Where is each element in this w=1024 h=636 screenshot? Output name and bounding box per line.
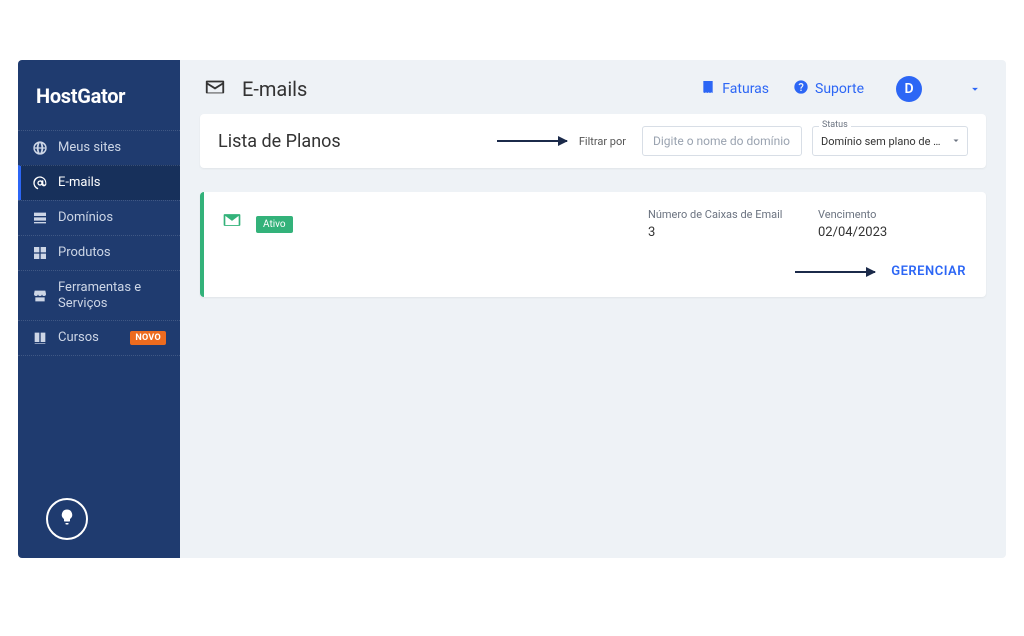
invoices-label: Faturas xyxy=(722,81,769,97)
chevron-down-icon xyxy=(950,132,962,151)
domain-search-input[interactable] xyxy=(642,126,802,156)
sidebar-item-products[interactable]: Produtos xyxy=(18,235,180,270)
page-title: E-mails xyxy=(242,77,307,101)
book-icon xyxy=(32,330,48,346)
annotation-arrow-filter xyxy=(351,140,569,142)
store-icon xyxy=(32,288,48,304)
globe-icon xyxy=(32,140,48,156)
help-icon xyxy=(793,79,809,99)
status-legend: Status xyxy=(819,120,851,130)
at-icon xyxy=(32,175,48,191)
expiration-label: Vencimento xyxy=(818,208,968,221)
plan-card: Ativo Número de Caixas de Email 3 Vencim… xyxy=(200,192,986,297)
lightbulb-icon xyxy=(58,508,76,530)
panel-title: Lista de Planos xyxy=(218,131,341,152)
account-caret[interactable] xyxy=(968,82,982,96)
filter-panel: Lista de Planos Filtrar por Status Domín… xyxy=(200,114,986,168)
tips-button[interactable] xyxy=(46,498,88,540)
invoices-link[interactable]: Faturas xyxy=(700,79,769,99)
expiration-value: 02/04/2023 xyxy=(818,225,968,240)
sidebar-item-label: Meus sites xyxy=(58,140,166,156)
sidebar-nav: Meus sites E-mails Domínios Produtos Fer… xyxy=(18,130,180,356)
sidebar: HostGator Meus sites E-mails Domínios Pr… xyxy=(18,60,180,558)
mailbox-count-label: Número de Caixas de Email xyxy=(648,208,798,221)
sidebar-item-tools[interactable]: Ferramentas e Serviços xyxy=(18,270,180,320)
sidebar-item-label: Domínios xyxy=(58,210,166,226)
sidebar-item-emails[interactable]: E-mails xyxy=(18,165,180,200)
mailbox-count-value: 3 xyxy=(648,225,798,240)
server-icon xyxy=(32,210,48,226)
status-value: Domínio sem plano de … xyxy=(821,135,941,148)
grid-icon xyxy=(32,245,48,261)
status-select[interactable]: Status Domínio sem plano de … xyxy=(812,126,968,156)
support-link[interactable]: Suporte xyxy=(793,79,864,99)
sidebar-item-label: Cursos xyxy=(58,330,120,346)
status-badge: Ativo xyxy=(256,216,293,233)
sidebar-item-domains[interactable]: Domínios xyxy=(18,200,180,235)
brand-logo: HostGator xyxy=(18,84,180,130)
topbar: E-mails Faturas Suporte D xyxy=(180,60,1006,112)
sidebar-item-courses[interactable]: Cursos NOVO xyxy=(18,320,180,356)
support-label: Suporte xyxy=(815,81,864,97)
sidebar-item-sites[interactable]: Meus sites xyxy=(18,130,180,165)
mail-icon xyxy=(222,210,242,234)
novo-badge: NOVO xyxy=(130,331,166,345)
annotation-arrow-manage xyxy=(795,271,877,273)
filter-label: Filtrar por xyxy=(579,135,626,148)
expiration-col: Vencimento 02/04/2023 xyxy=(818,208,968,240)
mailbox-count-col: Número de Caixas de Email 3 xyxy=(648,208,798,240)
sidebar-item-label: Ferramentas e Serviços xyxy=(58,280,166,311)
sidebar-item-label: E-mails xyxy=(58,175,166,191)
manage-button[interactable]: GERENCIAR xyxy=(889,260,968,283)
receipt-icon xyxy=(700,79,716,99)
mail-icon xyxy=(204,76,226,102)
sidebar-item-label: Produtos xyxy=(58,245,166,261)
avatar[interactable]: D xyxy=(896,76,922,102)
app-shell: HostGator Meus sites E-mails Domínios Pr… xyxy=(18,60,1006,558)
main-area: E-mails Faturas Suporte D Lista de Plano… xyxy=(180,60,1006,558)
